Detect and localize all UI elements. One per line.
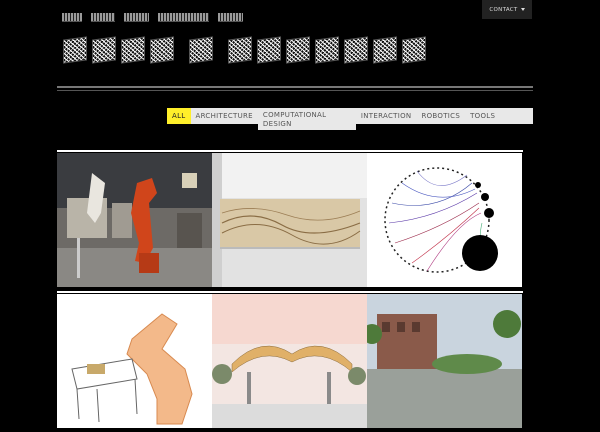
logo-cube (402, 36, 426, 64)
logo-cube (344, 36, 368, 64)
logo-cube (63, 36, 87, 64)
gallery-divider (57, 150, 523, 152)
header-divider-thin (57, 90, 533, 91)
filter-robotics[interactable]: ROBOTICS (416, 108, 465, 124)
robot-lab-image (57, 153, 212, 287)
nav-link-about[interactable] (91, 13, 115, 22)
project-tile-robot-lab[interactable] (57, 153, 212, 287)
canopy-pavilion-image (212, 294, 367, 428)
site-logo[interactable] (63, 36, 426, 64)
caret-down-icon (520, 8, 525, 11)
nav-link-team[interactable] (218, 13, 243, 22)
nav-link-home[interactable] (62, 13, 82, 22)
filter-bar: ALL ARCHITECTURE COMPUTATIONAL DESIGN IN… (167, 108, 533, 130)
header-divider (57, 86, 533, 88)
wave-wall-image (212, 153, 367, 287)
project-tile-robot-sketch[interactable] (57, 294, 212, 428)
plaza-building-image (367, 294, 522, 428)
logo-cube (315, 36, 339, 64)
logo-cube (286, 36, 310, 64)
project-tile-plaza-building[interactable] (367, 294, 522, 428)
logo-cube (257, 36, 281, 64)
filter-interaction[interactable]: INTERACTION (356, 108, 417, 124)
contact-label: CONTACT (489, 6, 518, 13)
logo-cube (189, 36, 213, 64)
robot-sketch-image (57, 294, 212, 428)
filter-architecture[interactable]: ARCHITECTURE (191, 108, 258, 124)
project-tile-network-diagram[interactable] (367, 153, 522, 287)
network-diagram-image (367, 153, 522, 287)
filter-all[interactable]: ALL (167, 108, 191, 124)
nav-link-workshops[interactable] (158, 13, 209, 22)
project-gallery (57, 150, 523, 432)
filter-computational-design[interactable]: COMPUTATIONAL DESIGN (257, 108, 356, 130)
nav-link-news[interactable] (124, 13, 149, 22)
filter-tools[interactable]: TOOLS (465, 108, 500, 124)
top-navigation (62, 13, 243, 22)
logo-cube (92, 36, 116, 64)
project-tile-wave-wall[interactable] (212, 153, 367, 287)
gallery-row (57, 153, 523, 287)
gallery-row (57, 294, 523, 428)
contact-dropdown[interactable]: CONTACT (482, 0, 532, 19)
gallery-divider (57, 291, 523, 293)
logo-cube (150, 36, 174, 64)
logo-cube (121, 36, 145, 64)
project-tile-canopy-pavilion[interactable] (212, 294, 367, 428)
logo-cube (228, 36, 252, 64)
logo-cube (373, 36, 397, 64)
